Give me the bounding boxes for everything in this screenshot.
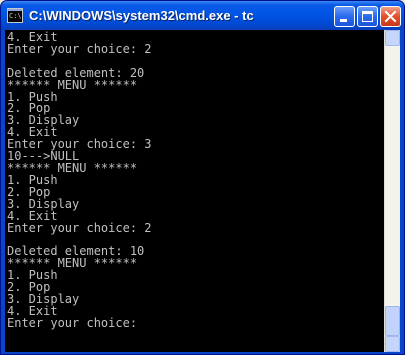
console-line: Enter your choice: 2 <box>7 220 152 235</box>
maximize-icon <box>362 11 373 22</box>
scroll-down-arrow[interactable] <box>385 336 400 352</box>
close-button[interactable] <box>380 6 401 27</box>
console-window: C:\ C:\WINDOWS\system32\cmd.exe - tc 4. … <box>0 0 405 355</box>
vertical-scrollbar[interactable] <box>384 30 400 352</box>
minimize-button[interactable] <box>334 6 355 27</box>
maximize-button[interactable] <box>357 6 378 27</box>
title-bar[interactable]: C:\ C:\WINDOWS\system32\cmd.exe - tc <box>1 1 404 30</box>
console-icon[interactable]: C:\ <box>7 8 23 23</box>
scroll-up-arrow[interactable] <box>385 30 400 46</box>
console-line: Enter your choice: 2 <box>7 41 152 56</box>
console-output: 4. Exit Enter your choice: 2 Deleted ele… <box>7 31 384 330</box>
scroll-thumb[interactable] <box>385 306 400 336</box>
console-output-area[interactable]: 4. Exit Enter your choice: 2 Deleted ele… <box>5 30 400 352</box>
minimize-icon <box>340 19 347 22</box>
console-icon-label: C:\ <box>9 12 22 20</box>
console-line: Enter your choice: <box>7 315 138 330</box>
window-title: C:\WINDOWS\system32\cmd.exe - tc <box>29 8 254 23</box>
close-icon <box>384 10 397 23</box>
